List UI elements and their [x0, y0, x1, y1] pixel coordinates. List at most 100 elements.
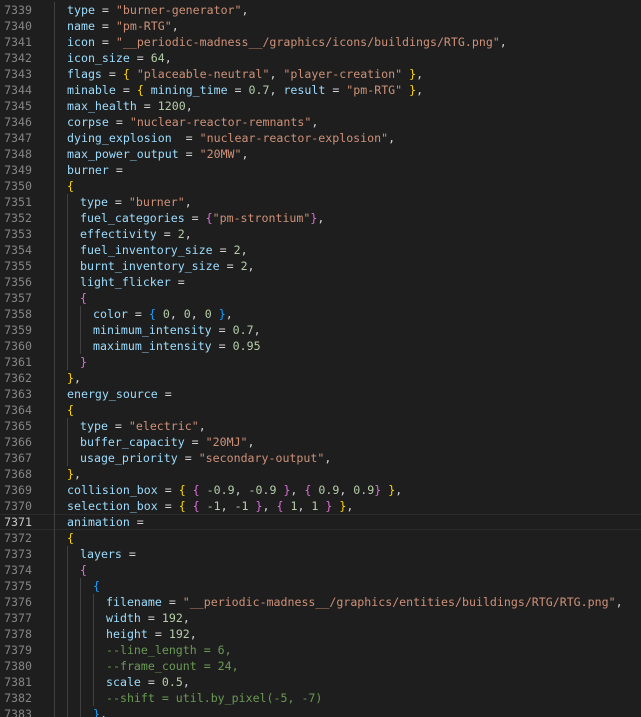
code-line[interactable]: 7367 usage_priority = "secondary-output",	[0, 450, 641, 466]
code-line[interactable]: 7344 minable = { mining_time = 0.7, resul…	[0, 82, 641, 98]
code-line[interactable]: 7353 effectivity = 2,	[0, 226, 641, 242]
code-line[interactable]: 7362},	[0, 370, 641, 386]
code-line[interactable]: 7347 dying_explosion = "nuclear-reactor-e…	[0, 130, 641, 146]
code-token: {	[67, 179, 74, 193]
code-line[interactable]: 7357 {	[0, 290, 641, 306]
indent-guide	[67, 194, 68, 210]
code-line[interactable]: 7371 animation =	[0, 514, 641, 530]
code-line[interactable]: 7358 color = { 0, 0, 0 },	[0, 306, 641, 322]
code-token: "__periodic-madness__/graphics/entities/…	[182, 595, 616, 609]
code-line[interactable]: 7349 burner =	[0, 162, 641, 178]
line-code: {	[67, 402, 74, 418]
indent-guide	[80, 322, 81, 338]
code-line[interactable]: 7374 {	[0, 562, 641, 578]
code-token: {	[67, 531, 74, 545]
code-token: ,	[247, 259, 255, 273]
code-line[interactable]: 7345 max_health = 1200,	[0, 98, 641, 114]
code-line[interactable]: 7343 flags = { "placeable-neutral", "play…	[0, 66, 641, 82]
code-line[interactable]: 7380 --frame_count = 24,	[0, 658, 641, 674]
code-line[interactable]: 7359 minimum_intensity = 0.7,	[0, 322, 641, 338]
code-line[interactable]: 7348 max_power_output = "20MW",	[0, 146, 641, 162]
code-token: 0.9	[318, 483, 340, 497]
code-line[interactable]: 7363 energy_source =	[0, 386, 641, 402]
code-token: 0.7	[232, 323, 254, 337]
code-token: =	[107, 195, 129, 209]
code-token: icon_size	[67, 51, 130, 65]
code-line[interactable]: 7354 fuel_inventory_size = 2,	[0, 242, 641, 258]
line-number: 7359	[4, 323, 32, 337]
code-line[interactable]: 7350 {	[0, 178, 641, 194]
code-line[interactable]: 7376 filename = "__periodic-madness__/gra…	[0, 594, 641, 610]
indent-guide	[54, 386, 55, 402]
code-token: =	[107, 419, 129, 433]
indent-guide	[54, 658, 55, 674]
code-line[interactable]: 7382 --shift = util.by_pixel(-5, -7)	[0, 690, 641, 706]
code-line[interactable]: 7369 collision_box = { { -0.9, -0.9 }, { …	[0, 482, 641, 498]
line-number: 7366	[4, 435, 32, 449]
line-number: 7365	[4, 419, 32, 433]
code-line[interactable]: 7341 icon = "__periodic-madness__/graphic…	[0, 34, 641, 50]
indent-guide	[54, 242, 55, 258]
code-line[interactable]: 7383},	[0, 706, 641, 717]
code-line[interactable]: 7373 layers =	[0, 546, 641, 562]
code-token: }	[255, 499, 263, 513]
line-code: collision_box = { { -0.9, -0.9 }, { 0.9,…	[67, 482, 402, 498]
code-line[interactable]: 7381 scale = 0.5,	[0, 674, 641, 690]
code-line[interactable]: 7372 {	[0, 530, 641, 546]
line-number: 7355	[4, 259, 32, 273]
indent-guide	[67, 322, 68, 338]
code-line[interactable]: 7352 fuel_categories = {"pm-strontium"},	[0, 210, 641, 226]
line-number: 7344	[4, 83, 32, 97]
code-line[interactable]: 7356 light_flicker =	[0, 274, 641, 290]
code-token: layers	[80, 547, 122, 561]
code-line[interactable]: 7375 {	[0, 578, 641, 594]
code-line[interactable]: 7361}	[0, 354, 641, 370]
indent-guide	[67, 226, 68, 242]
code-token: {	[192, 499, 200, 513]
code-token: =	[171, 131, 200, 145]
code-token: max_power_output	[67, 147, 179, 161]
indent-guide	[67, 434, 68, 450]
code-line[interactable]: 7368},	[0, 466, 641, 482]
code-token: ,	[182, 675, 190, 689]
code-token: energy_source	[67, 387, 158, 401]
code-token: 192	[161, 611, 183, 625]
code-editor[interactable]: 7339 type = "burner-generator", 7340 name =…	[0, 0, 641, 717]
line-number: 7378	[4, 627, 32, 641]
code-token: 0.95	[232, 339, 261, 353]
code-token: buffer_capacity	[80, 435, 185, 449]
code-line[interactable]: 7339 type = "burner-generator",	[0, 2, 641, 18]
code-line[interactable]: 7377 width = 192,	[0, 610, 641, 626]
code-line[interactable]: 7346 corpse = "nuclear-reactor-remnants",	[0, 114, 641, 130]
line-number: 7379	[4, 643, 32, 657]
code-line[interactable]: 7342 icon_size = 64,	[0, 50, 641, 66]
code-token: =	[115, 83, 137, 97]
line-code: width = 192,	[106, 610, 190, 626]
line-number: 7374	[4, 563, 32, 577]
indent-guide	[67, 546, 68, 562]
code-line[interactable]: 7370 selection_box = { { -1, -1 }, { 1, 1…	[0, 498, 641, 514]
line-number: 7350	[4, 179, 32, 193]
code-line[interactable]: 7378 height = 192,	[0, 626, 641, 642]
code-line[interactable]: 7351 type = "burner",	[0, 194, 641, 210]
code-token: ,	[220, 499, 235, 513]
code-line[interactable]: 7366 buffer_capacity = "20MJ",	[0, 434, 641, 450]
line-number: 7354	[4, 243, 32, 257]
code-token: ,	[416, 83, 424, 97]
code-line[interactable]: 7379 --line_length = 6,	[0, 642, 641, 658]
line-code: dying_explosion = "nuclear-reactor-explo…	[67, 130, 395, 146]
indent-guide	[54, 2, 55, 18]
code-line[interactable]: 7360 maximum_intensity = 0.95	[0, 338, 641, 354]
line-code: light_flicker =	[80, 274, 185, 290]
line-number: 7341	[4, 35, 32, 49]
line-number: 7363	[4, 387, 32, 401]
indent-guide	[93, 642, 94, 658]
code-line[interactable]: 7364 {	[0, 402, 641, 418]
line-code: name = "pm-RTG",	[67, 18, 179, 34]
code-line[interactable]: 7365 type = "electric",	[0, 418, 641, 434]
code-line[interactable]: 7355 burnt_inventory_size = 2,	[0, 258, 641, 274]
code-line[interactable]: 7340 name = "pm-RTG",	[0, 18, 641, 34]
